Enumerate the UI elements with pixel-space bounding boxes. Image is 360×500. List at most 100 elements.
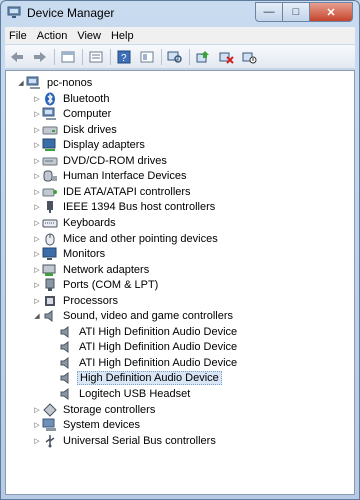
expand-arrow-icon[interactable]: ▷ <box>32 215 42 230</box>
collapse-arrow-icon[interactable]: ◢ <box>32 308 42 323</box>
expand-arrow-icon[interactable]: ▷ <box>32 262 42 277</box>
bluetooth-icon <box>42 92 58 106</box>
expand-arrow-icon[interactable]: ▷ <box>32 231 42 246</box>
tree-category[interactable]: ▷ Keyboards <box>32 215 118 230</box>
details-icon[interactable] <box>137 48 157 66</box>
back-arrow-icon[interactable] <box>7 48 27 66</box>
expand-arrow-icon[interactable]: ▷ <box>32 137 42 152</box>
window-title: Device Manager <box>27 6 115 20</box>
tree-device[interactable]: Logitech USB Headset <box>58 386 192 401</box>
menu-file[interactable]: File <box>5 30 33 42</box>
device-tree[interactable]: ◢ pc-nonos ▷ Bluetooth ▷ Computer ▷ Disk… <box>5 70 355 495</box>
scan-hardware-icon[interactable] <box>165 48 185 66</box>
forward-arrow-icon[interactable] <box>30 48 50 66</box>
toolbar-separator <box>54 48 55 65</box>
tree-category[interactable]: ▷ Storage controllers <box>32 402 157 417</box>
tree-root-label: pc-nonos <box>47 76 93 89</box>
expand-arrow-icon[interactable]: ▷ <box>32 433 42 448</box>
tree-device[interactable]: ATI High Definition Audio Device <box>58 324 239 339</box>
ports-icon <box>42 278 58 292</box>
expand-arrow-icon[interactable]: ▷ <box>32 417 42 432</box>
tree-category-label: Display adapters <box>63 138 145 151</box>
menu-view[interactable]: View <box>73 30 107 42</box>
toolbar: ? <box>5 45 355 69</box>
tree-category[interactable]: ▷ Universal Serial Bus controllers <box>32 433 218 448</box>
speaker-icon <box>58 325 74 339</box>
expand-arrow-icon[interactable]: ▷ <box>32 277 42 292</box>
toolbar-separator <box>110 48 111 65</box>
tree-category[interactable]: ▷ Network adapters <box>32 262 151 277</box>
disable-icon[interactable] <box>239 48 259 66</box>
computer-icon <box>26 76 42 90</box>
device-manager-window: Device Manager — □ ✕ File Action View He… <box>0 0 360 500</box>
system-devices-icon <box>42 418 58 432</box>
properties-icon[interactable] <box>58 48 78 66</box>
tree-category-expanded[interactable]: ◢ Sound, video and game controllers <box>32 308 235 323</box>
tree-device[interactable]: ATI High Definition Audio Device <box>58 355 239 370</box>
uninstall-icon[interactable] <box>216 48 236 66</box>
tree-category[interactable]: ▷ System devices <box>32 417 142 432</box>
tree-category[interactable]: ▷ Processors <box>32 293 120 308</box>
monitor-icon <box>42 247 58 261</box>
tree-device-selected[interactable]: High Definition Audio Device <box>58 370 222 385</box>
expand-arrow-icon[interactable]: ▷ <box>32 246 42 261</box>
processor-icon <box>42 294 58 308</box>
expand-arrow-icon[interactable]: ▷ <box>32 293 42 308</box>
help-icon[interactable]: ? <box>114 48 134 66</box>
tree-category[interactable]: ▷ Disk drives <box>32 122 119 137</box>
network-adapter-icon <box>42 263 58 277</box>
tree-category[interactable]: ▷ IEEE 1394 Bus host controllers <box>32 199 217 214</box>
tree-device-label: ATI High Definition Audio Device <box>79 356 238 369</box>
toolbar-separator <box>189 48 190 65</box>
expand-arrow-icon[interactable]: ▷ <box>32 184 42 199</box>
toolbar-separator <box>82 48 83 65</box>
ieee1394-icon <box>42 200 58 214</box>
expand-arrow-icon[interactable]: ▷ <box>32 91 42 106</box>
expand-arrow-icon[interactable]: ▷ <box>32 168 42 183</box>
title-bar[interactable]: Device Manager — □ ✕ <box>1 1 359 25</box>
expand-arrow-icon[interactable]: ▷ <box>32 402 42 417</box>
update-driver-icon[interactable] <box>193 48 213 66</box>
tree-root[interactable]: ◢ pc-nonos <box>16 75 94 90</box>
usb-icon <box>42 434 58 448</box>
expand-arrow-icon[interactable]: ▷ <box>32 153 42 168</box>
show-hide-tree-icon[interactable] <box>86 48 106 66</box>
collapse-arrow-icon[interactable]: ◢ <box>16 75 26 90</box>
tree-category[interactable]: ▷ IDE ATA/ATAPI controllers <box>32 184 193 199</box>
tree-category-label: Human Interface Devices <box>63 169 187 182</box>
storage-controller-icon <box>42 402 58 417</box>
tree-category-label: Monitors <box>63 247 106 260</box>
display-adapter-icon <box>42 138 58 152</box>
tree-category[interactable]: ▷ Monitors <box>32 246 107 261</box>
tree-category[interactable]: ▷ Mice and other pointing devices <box>32 231 220 246</box>
tree-category-label: Mice and other pointing devices <box>63 232 218 245</box>
tree-category[interactable]: ▷ Ports (COM & LPT) <box>32 277 160 292</box>
tree-device[interactable]: ATI High Definition Audio Device <box>58 339 239 354</box>
tree-category-label: Computer <box>63 107 112 120</box>
keyboard-icon <box>42 216 58 230</box>
ide-controller-icon <box>42 185 58 199</box>
menu-action[interactable]: Action <box>33 30 74 42</box>
tree-category[interactable]: ▷ Human Interface Devices <box>32 168 189 183</box>
expand-arrow-icon[interactable]: ▷ <box>32 122 42 137</box>
tree-category-label: Processors <box>63 294 119 307</box>
tree-category[interactable]: ▷ Display adapters <box>32 137 147 152</box>
maximize-button[interactable]: □ <box>282 2 310 22</box>
minimize-button[interactable]: — <box>255 2 283 22</box>
tree-category-label: Bluetooth <box>63 92 110 105</box>
hid-icon <box>42 169 58 183</box>
tree-category-label: System devices <box>63 418 141 431</box>
tree-category-label: Universal Serial Bus controllers <box>63 434 216 447</box>
menu-help[interactable]: Help <box>107 30 140 42</box>
computer-icon <box>42 107 58 121</box>
tree-category[interactable]: ▷ Computer <box>32 106 113 121</box>
expand-arrow-icon[interactable]: ▷ <box>32 106 42 121</box>
tree-device-label: ATI High Definition Audio Device <box>79 340 238 353</box>
close-button[interactable]: ✕ <box>309 2 353 22</box>
tree-category[interactable]: ▷ DVD/CD-ROM drives <box>32 153 169 168</box>
tree-device-label: Logitech USB Headset <box>79 387 191 400</box>
tree-category[interactable]: ▷ Bluetooth <box>32 91 111 106</box>
speaker-icon <box>42 309 58 323</box>
speaker-icon <box>58 340 74 354</box>
expand-arrow-icon[interactable]: ▷ <box>32 199 42 214</box>
